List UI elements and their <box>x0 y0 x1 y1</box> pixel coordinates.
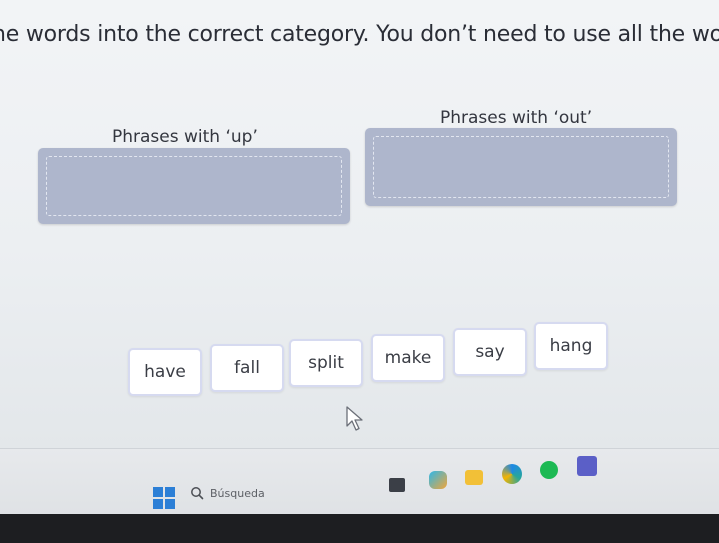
screen-bezel <box>0 514 719 543</box>
drop-zone-out-slot <box>373 136 669 198</box>
word-chip-have[interactable]: have <box>128 348 202 396</box>
word-chip-split[interactable]: split <box>289 339 363 387</box>
instruction-text: ne words into the correct category. You … <box>0 22 719 47</box>
search-icon <box>191 487 204 500</box>
drop-zone-up-slot <box>46 156 342 216</box>
teams-icon[interactable] <box>577 456 597 476</box>
drop-zone-up[interactable] <box>38 148 350 224</box>
windows-start-icon[interactable] <box>153 487 175 509</box>
file-explorer-icon[interactable] <box>389 478 405 492</box>
category-label-up: Phrases with ‘up’ <box>112 127 258 147</box>
search-placeholder: Búsqueda <box>210 486 265 500</box>
category-label-out: Phrases with ‘out’ <box>440 108 593 128</box>
word-chip-hang[interactable]: hang <box>534 322 608 370</box>
folder-icon[interactable] <box>465 470 483 485</box>
copilot-icon[interactable] <box>429 471 447 489</box>
browser-icon[interactable] <box>502 464 522 484</box>
taskbar-search[interactable]: Búsqueda <box>190 482 370 504</box>
word-chip-make[interactable]: make <box>371 334 445 382</box>
drop-zone-out[interactable] <box>365 128 677 206</box>
mouse-cursor-icon <box>346 406 363 431</box>
activity-page: ne words into the correct category. You … <box>0 0 719 448</box>
spotify-icon[interactable] <box>540 461 558 479</box>
word-chip-say[interactable]: say <box>453 328 527 376</box>
word-chip-fall[interactable]: fall <box>210 344 284 392</box>
